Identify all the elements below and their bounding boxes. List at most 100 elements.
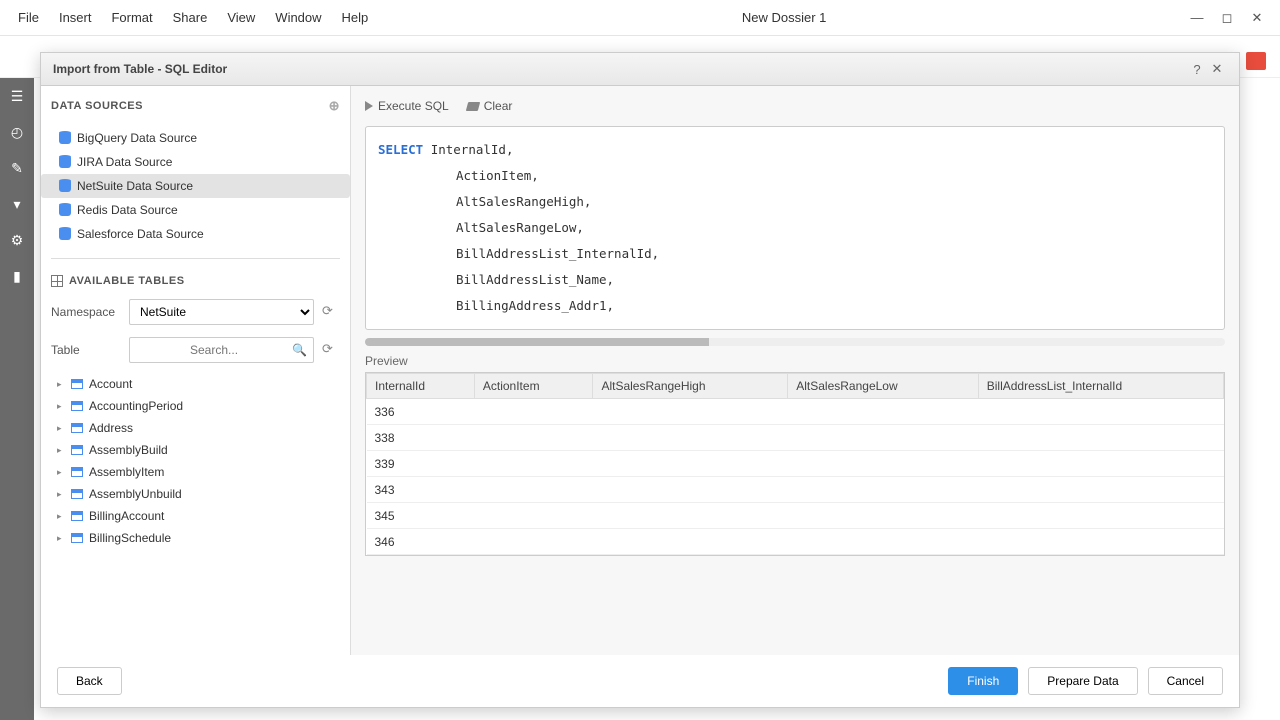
finish-button[interactable]: Finish bbox=[948, 667, 1018, 695]
sql-editor[interactable]: SELECT InternalId, ActionItem, AltSalesR… bbox=[365, 126, 1225, 330]
rail-chart-icon[interactable]: ▮ bbox=[0, 258, 34, 294]
table-row[interactable]: 346 bbox=[367, 529, 1224, 555]
table-icon bbox=[71, 423, 83, 433]
data-source-item[interactable]: BigQuery Data Source bbox=[41, 126, 350, 150]
expand-icon: ▸ bbox=[57, 511, 65, 522]
table-row[interactable]: 343 bbox=[367, 477, 1224, 503]
table-cell bbox=[788, 451, 979, 477]
menu-share[interactable]: Share bbox=[163, 6, 218, 29]
table-cell bbox=[593, 425, 788, 451]
data-source-label: NetSuite Data Source bbox=[77, 179, 193, 193]
table-name: Address bbox=[89, 421, 133, 435]
cancel-button[interactable]: Cancel bbox=[1148, 667, 1223, 695]
table-item[interactable]: ▸AccountingPeriod bbox=[41, 395, 350, 417]
data-source-item[interactable]: NetSuite Data Source bbox=[41, 174, 350, 198]
table-item[interactable]: ▸BillingSchedule bbox=[41, 527, 350, 549]
table-name: BillingSchedule bbox=[89, 531, 171, 545]
data-source-item[interactable]: JIRA Data Source bbox=[41, 150, 350, 174]
table-name: AssemblyUnbuild bbox=[89, 487, 182, 501]
execute-sql-label: Execute SQL bbox=[378, 99, 449, 113]
table-cell bbox=[474, 529, 593, 555]
table-cell bbox=[474, 451, 593, 477]
table-icon bbox=[71, 489, 83, 499]
maximize-button[interactable]: ◻ bbox=[1220, 11, 1234, 25]
menu-help[interactable]: Help bbox=[332, 6, 379, 29]
rail-filter-icon[interactable]: ▾ bbox=[0, 186, 34, 222]
add-data-source-button[interactable]: ⊕ bbox=[329, 98, 340, 114]
clear-label: Clear bbox=[484, 99, 513, 113]
data-source-label: Salesforce Data Source bbox=[77, 227, 204, 241]
column-header[interactable]: AltSalesRangeLow bbox=[788, 374, 979, 399]
column-header[interactable]: ActionItem bbox=[474, 374, 593, 399]
rail-contents-icon[interactable]: ☰ bbox=[0, 78, 34, 114]
table-row[interactable]: 339 bbox=[367, 451, 1224, 477]
prepare-data-button[interactable]: Prepare Data bbox=[1028, 667, 1137, 695]
clear-button[interactable]: Clear bbox=[467, 99, 513, 113]
table-refresh-button[interactable]: ⟳ bbox=[322, 341, 340, 359]
column-header[interactable]: AltSalesRangeHigh bbox=[593, 374, 788, 399]
table-row[interactable]: 338 bbox=[367, 425, 1224, 451]
namespace-refresh-button[interactable]: ⟳ bbox=[322, 303, 340, 321]
table-cell bbox=[788, 503, 979, 529]
dialog-header: Import from Table - SQL Editor ? ✕ bbox=[41, 53, 1239, 86]
table-cell bbox=[788, 477, 979, 503]
database-icon bbox=[59, 204, 71, 216]
table-cell bbox=[593, 477, 788, 503]
app-menubar: File Insert Format Share View Window Hel… bbox=[0, 0, 1280, 36]
back-button[interactable]: Back bbox=[57, 667, 122, 695]
rail-settings-icon[interactable]: ⚙ bbox=[0, 222, 34, 258]
rail-datasets-icon[interactable]: ◴ bbox=[0, 114, 34, 150]
search-icon: 🔍 bbox=[292, 343, 307, 357]
dialog-close-button[interactable]: ✕ bbox=[1207, 61, 1227, 77]
table-cell bbox=[788, 425, 979, 451]
grid-icon bbox=[51, 275, 63, 287]
namespace-row: Namespace NetSuite ⟳ bbox=[41, 293, 350, 331]
table-icon bbox=[71, 533, 83, 543]
table-cell: 338 bbox=[367, 425, 475, 451]
table-name: AssemblyBuild bbox=[89, 443, 168, 457]
expand-icon: ▸ bbox=[57, 467, 65, 478]
right-panel: Execute SQL Clear SELECT InternalId, Act… bbox=[351, 86, 1239, 655]
play-icon bbox=[365, 101, 373, 111]
table-label: Table bbox=[51, 343, 121, 357]
column-header[interactable]: BillAddressList_InternalId bbox=[978, 374, 1223, 399]
available-tables-heading: AVAILABLE TABLES bbox=[69, 275, 185, 287]
rail-editor-icon[interactable]: ✎ bbox=[0, 150, 34, 186]
table-item[interactable]: ▸ AssemblyItem bbox=[41, 461, 350, 483]
execute-sql-button[interactable]: Execute SQL bbox=[365, 99, 449, 113]
data-source-label: BigQuery Data Source bbox=[77, 131, 197, 145]
data-source-item[interactable]: Redis Data Source bbox=[41, 198, 350, 222]
table-item[interactable]: ▸Account bbox=[41, 373, 350, 395]
expand-icon: ▸ bbox=[57, 489, 65, 500]
table-item[interactable]: ▸BillingAccount bbox=[41, 505, 350, 527]
column-header[interactable]: InternalId bbox=[367, 374, 475, 399]
table-cell bbox=[978, 425, 1223, 451]
dialog-title: Import from Table - SQL Editor bbox=[53, 62, 1187, 76]
table-cell bbox=[978, 503, 1223, 529]
table-row[interactable]: 345 bbox=[367, 503, 1224, 529]
table-search-input[interactable] bbox=[136, 343, 292, 357]
menu-format[interactable]: Format bbox=[101, 6, 162, 29]
table-item[interactable]: ▸ AssemblyUnbuild bbox=[41, 483, 350, 505]
table-row[interactable]: 336 bbox=[367, 399, 1224, 425]
notification-flag-icon[interactable] bbox=[1246, 52, 1266, 70]
menu-view[interactable]: View bbox=[217, 6, 265, 29]
table-cell: 345 bbox=[367, 503, 475, 529]
table-item[interactable]: ▸ Address bbox=[41, 417, 350, 439]
menu-file[interactable]: File bbox=[8, 6, 49, 29]
horizontal-scrollbar[interactable] bbox=[365, 338, 1225, 346]
database-icon bbox=[59, 132, 71, 144]
menu-insert[interactable]: Insert bbox=[49, 6, 102, 29]
window-controls: — ◻ ✕ bbox=[1190, 11, 1272, 25]
preview-label: Preview bbox=[351, 346, 1239, 372]
table-name: AssemblyItem bbox=[89, 465, 164, 479]
table-icon bbox=[71, 511, 83, 521]
close-button[interactable]: ✕ bbox=[1250, 11, 1264, 25]
data-source-item[interactable]: Salesforce Data Source bbox=[41, 222, 350, 246]
help-button[interactable]: ? bbox=[1187, 62, 1207, 77]
namespace-select[interactable]: NetSuite bbox=[129, 299, 314, 325]
menu-window[interactable]: Window bbox=[265, 6, 331, 29]
table-item[interactable]: ▸AssemblyBuild bbox=[41, 439, 350, 461]
expand-icon: ▸ bbox=[57, 423, 65, 434]
minimize-button[interactable]: — bbox=[1190, 11, 1204, 25]
